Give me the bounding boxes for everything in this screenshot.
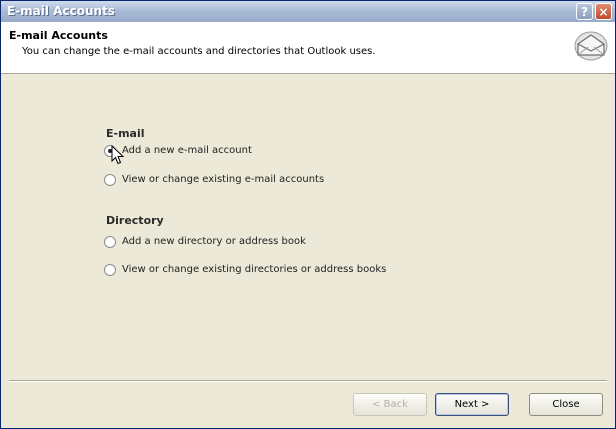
- email-section-label: E-mail: [106, 127, 145, 140]
- window-close-button[interactable]: ×: [595, 3, 612, 20]
- view-email-accounts-label[interactable]: View or change existing e-mail accounts: [122, 174, 324, 185]
- mouse-cursor-icon: [111, 145, 125, 165]
- email-accounts-dialog: E-mail Accounts ? × E-mail Accounts You …: [0, 0, 616, 429]
- view-directories-label[interactable]: View or change existing directories or a…: [122, 264, 386, 275]
- add-directory-option[interactable]: Add a new directory or address book: [104, 234, 306, 249]
- add-email-account-option[interactable]: Add a new e-mail account: [104, 143, 252, 158]
- close-icon: ×: [598, 4, 609, 19]
- window-title: E-mail Accounts: [7, 4, 115, 18]
- view-email-accounts-option[interactable]: View or change existing e-mail accounts: [104, 172, 324, 187]
- view-directories-radio[interactable]: [104, 263, 116, 276]
- title-bar[interactable]: E-mail Accounts ? ×: [1, 1, 615, 22]
- wizard-header: E-mail Accounts You can change the e-mai…: [1, 22, 615, 74]
- add-email-account-label[interactable]: Add a new e-mail account: [122, 145, 252, 156]
- envelope-icon: [574, 31, 608, 61]
- close-button[interactable]: Close: [529, 393, 603, 416]
- header-title: E-mail Accounts: [9, 29, 108, 42]
- footer-divider-highlight: [9, 381, 607, 382]
- help-button[interactable]: ?: [576, 3, 593, 20]
- view-email-accounts-radio[interactable]: [104, 173, 116, 186]
- header-subtitle: You can change the e-mail accounts and d…: [22, 46, 376, 57]
- back-button[interactable]: < Back: [353, 393, 427, 416]
- help-icon: ?: [581, 4, 588, 19]
- view-directories-option[interactable]: View or change existing directories or a…: [104, 262, 386, 277]
- add-directory-radio[interactable]: [104, 235, 116, 248]
- next-button[interactable]: Next >: [435, 393, 509, 416]
- add-directory-label[interactable]: Add a new directory or address book: [122, 236, 306, 247]
- directory-section-label: Directory: [106, 214, 164, 227]
